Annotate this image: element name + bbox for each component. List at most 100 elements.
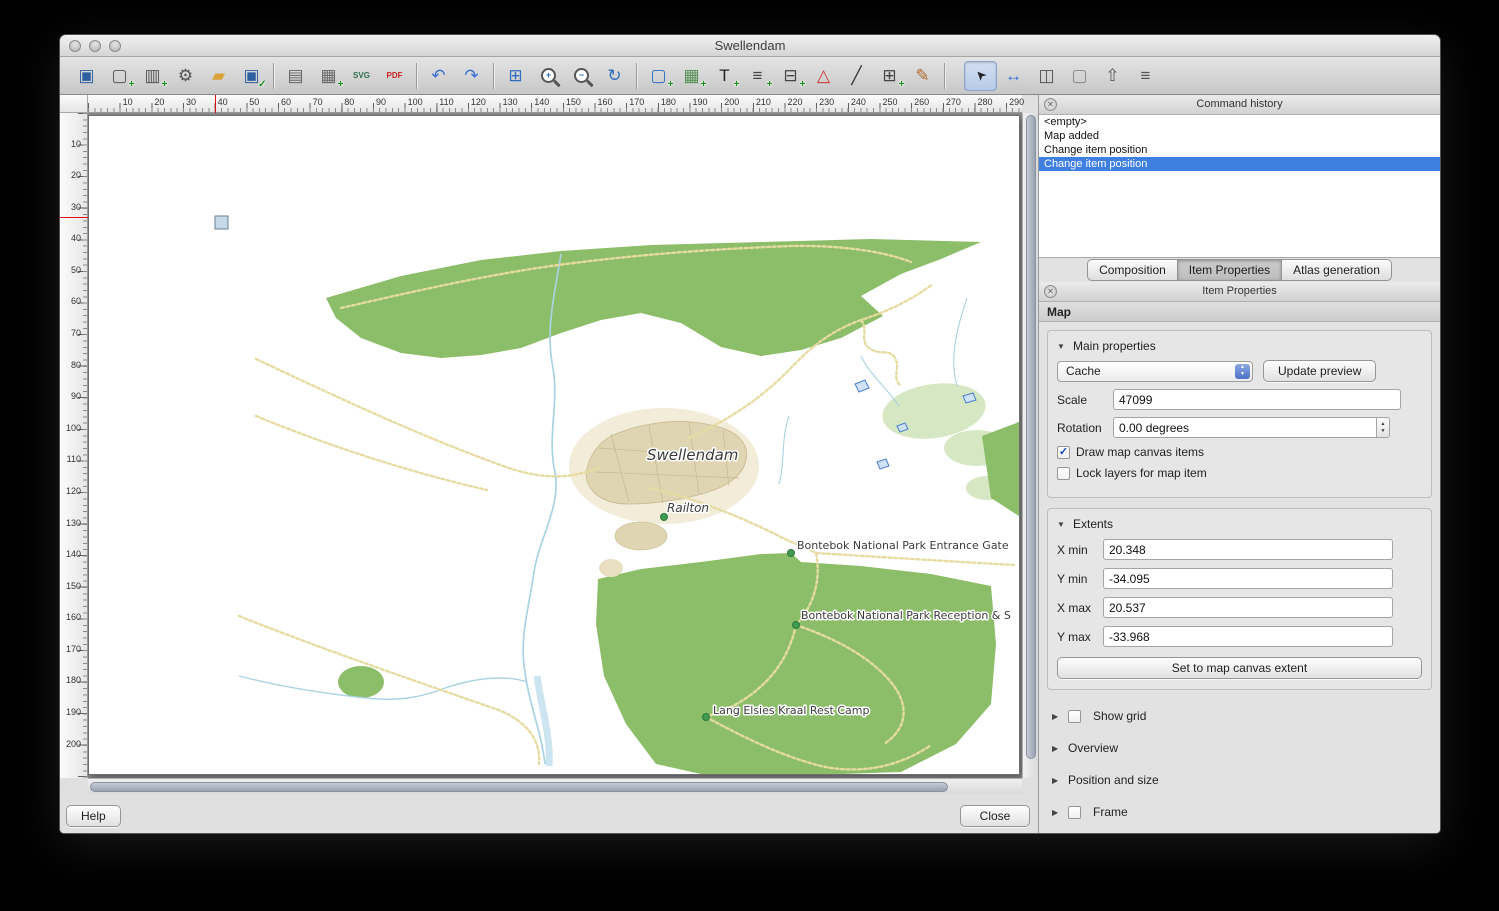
composition-page[interactable]: Swellendam Railton Bontebok National Par… bbox=[88, 115, 1020, 775]
redo-button[interactable]: ↷ bbox=[455, 61, 488, 91]
new-composition-button[interactable]: ▢+ bbox=[103, 61, 136, 91]
zoom-full-button[interactable]: ⊞ bbox=[499, 61, 532, 91]
history-item[interactable]: Map added bbox=[1039, 129, 1440, 143]
x-max-input[interactable] bbox=[1103, 597, 1393, 618]
add-html-frame-button[interactable]: ✎ bbox=[906, 61, 939, 91]
history-item[interactable]: Change item position bbox=[1039, 143, 1440, 157]
vertical-scrollbar[interactable] bbox=[1022, 113, 1038, 778]
main-properties-label: Main properties bbox=[1073, 339, 1156, 353]
y-min-input[interactable] bbox=[1103, 568, 1393, 589]
v-ruler-tick-label: 100 bbox=[66, 423, 81, 433]
rotation-input[interactable] bbox=[1113, 417, 1377, 438]
x-min-label: X min bbox=[1057, 543, 1103, 557]
section-frame[interactable]: ▶Frame bbox=[1046, 796, 1433, 828]
h-ruler-tick-label: 50 bbox=[249, 97, 259, 107]
add-new-label-button[interactable]: T+ bbox=[708, 61, 741, 91]
plus-badge-icon: + bbox=[162, 79, 168, 90]
command-history-list: <empty>Map addedChange item positionChan… bbox=[1039, 115, 1440, 258]
h-ruler-tick-label: 160 bbox=[598, 97, 613, 107]
zoom-out-button[interactable]: − bbox=[565, 61, 598, 91]
update-preview-button[interactable]: Update preview bbox=[1263, 360, 1376, 382]
print-button[interactable]: ▤ bbox=[279, 61, 312, 91]
h-ruler-tick-label: 170 bbox=[629, 97, 644, 107]
horizontal-scrollbar[interactable] bbox=[88, 778, 1022, 794]
history-item[interactable]: Change item position bbox=[1039, 157, 1440, 171]
vertical-scrollbar-thumb[interactable] bbox=[1026, 115, 1036, 759]
zoom-window-button[interactable] bbox=[109, 40, 121, 52]
tab-composition[interactable]: Composition bbox=[1087, 259, 1178, 281]
add-new-label-glyph: T bbox=[719, 67, 729, 84]
section-position-and-size[interactable]: ▶Position and size bbox=[1046, 764, 1433, 796]
undo-button[interactable]: ↶ bbox=[422, 61, 455, 91]
toolbar-separator bbox=[416, 63, 417, 89]
selection-handle[interactable] bbox=[215, 216, 228, 229]
plus-badge-icon: + bbox=[800, 79, 806, 90]
v-ruler-tick-label: 20 bbox=[71, 170, 81, 180]
zoom-in-button[interactable]: + bbox=[532, 61, 565, 91]
minimize-window-button[interactable] bbox=[89, 40, 101, 52]
export-as-svg-button[interactable]: SVG bbox=[345, 61, 378, 91]
close-panel-icon[interactable]: ✕ bbox=[1044, 98, 1057, 111]
add-new-scalebar-button[interactable]: ⊟+ bbox=[774, 61, 807, 91]
close-window-button[interactable] bbox=[69, 40, 81, 52]
export-as-image-button[interactable]: ▦+ bbox=[312, 61, 345, 91]
lock-items-button[interactable]: ▢ bbox=[1063, 61, 1096, 91]
show-grid-checkbox[interactable] bbox=[1068, 710, 1081, 723]
select-move-item-button[interactable]: ➤ bbox=[964, 61, 997, 91]
section-show-grid[interactable]: ▶Show grid bbox=[1046, 700, 1433, 732]
select-move-item-icon: ➤ bbox=[969, 65, 993, 87]
move-item-content-button[interactable]: ↔ bbox=[997, 61, 1030, 91]
align-items-button[interactable]: ≡ bbox=[1129, 61, 1162, 91]
plus-badge-icon: + bbox=[338, 79, 344, 90]
close-panel-icon[interactable]: ✕ bbox=[1044, 285, 1057, 298]
lock-layers-checkbox[interactable] bbox=[1057, 467, 1070, 480]
extent-fields: X minY minX maxY max bbox=[1057, 539, 1422, 647]
refresh-view-button[interactable]: ↻ bbox=[598, 61, 631, 91]
add-attribute-table-icon: ⊞+ bbox=[878, 65, 902, 87]
tab-item-properties[interactable]: Item Properties bbox=[1178, 259, 1282, 281]
draw-map-canvas-items-checkbox[interactable]: ✓ bbox=[1057, 446, 1070, 459]
plus-badge-icon: + bbox=[129, 79, 135, 90]
h-ruler-tick-label: 190 bbox=[693, 97, 708, 107]
cursor-position-marker-x bbox=[215, 95, 216, 113]
h-ruler-tick-label: 60 bbox=[281, 97, 291, 107]
close-button[interactable]: Close bbox=[960, 805, 1030, 827]
extents-section-header[interactable]: ▼ Extents bbox=[1057, 517, 1422, 531]
export-as-svg-glyph: SVG bbox=[353, 72, 370, 80]
history-item[interactable]: <empty> bbox=[1039, 115, 1440, 129]
tab-atlas-generation[interactable]: Atlas generation bbox=[1282, 259, 1392, 281]
add-arrow-button[interactable]: ╱ bbox=[840, 61, 873, 91]
poi-rest-camp bbox=[703, 714, 710, 721]
y-max-input[interactable] bbox=[1103, 626, 1393, 647]
set-to-map-canvas-extent-button[interactable]: Set to map canvas extent bbox=[1057, 657, 1422, 679]
composition-manager-button[interactable]: ⚙ bbox=[169, 61, 202, 91]
ruler-corner bbox=[60, 95, 88, 113]
v-ruler-tick-label: 60 bbox=[71, 296, 81, 306]
load-from-template-button[interactable]: ▰ bbox=[202, 61, 235, 91]
x-min-input[interactable] bbox=[1103, 539, 1393, 560]
map-mode-dropdown[interactable]: Cache ▲ ▼ bbox=[1057, 361, 1253, 382]
export-as-pdf-button[interactable]: PDF bbox=[378, 61, 411, 91]
help-button[interactable]: Help bbox=[66, 805, 121, 827]
extent-row: X min bbox=[1057, 539, 1422, 560]
save-as-template-button[interactable]: ▣✓ bbox=[235, 61, 268, 91]
add-image-icon: ▦+ bbox=[680, 65, 704, 87]
load-from-template-glyph: ▰ bbox=[212, 67, 225, 84]
frame-checkbox[interactable] bbox=[1068, 806, 1081, 819]
poi-reception bbox=[793, 622, 800, 629]
add-new-legend-button[interactable]: ≡+ bbox=[741, 61, 774, 91]
add-attribute-table-button[interactable]: ⊞+ bbox=[873, 61, 906, 91]
section-overview[interactable]: ▶Overview bbox=[1046, 732, 1433, 764]
h-ruler-tick-label: 250 bbox=[883, 97, 898, 107]
add-new-map-button[interactable]: ▢+ bbox=[642, 61, 675, 91]
main-properties-section-header[interactable]: ▼ Main properties bbox=[1057, 339, 1422, 353]
raise-selected-items-button[interactable]: ⇧ bbox=[1096, 61, 1129, 91]
rotation-spinner[interactable]: ▲ ▼ bbox=[1377, 417, 1390, 438]
group-items-button[interactable]: ◫ bbox=[1030, 61, 1063, 91]
duplicate-composition-button[interactable]: ▥+ bbox=[136, 61, 169, 91]
add-image-button[interactable]: ▦+ bbox=[675, 61, 708, 91]
horizontal-scrollbar-thumb[interactable] bbox=[90, 782, 948, 792]
scale-input[interactable] bbox=[1113, 389, 1401, 410]
save-project-button[interactable]: ▣ bbox=[70, 61, 103, 91]
add-basic-shape-button[interactable]: △ bbox=[807, 61, 840, 91]
